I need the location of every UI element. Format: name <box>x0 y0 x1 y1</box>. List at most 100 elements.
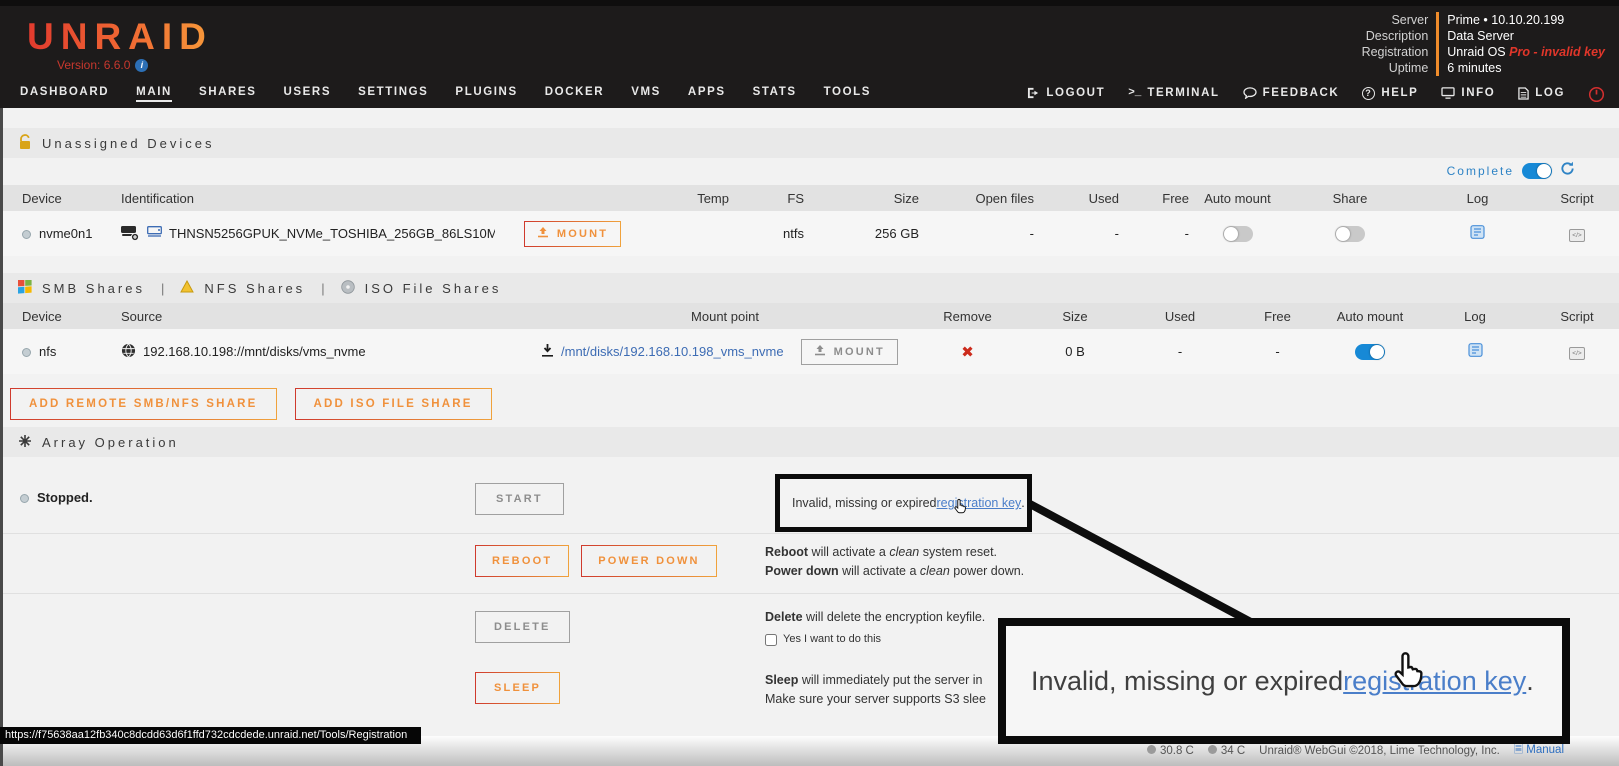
add-iso-file-share-button[interactable]: ADD ISO FILE SHARE <box>295 388 492 420</box>
registration-key-link-magnified[interactable]: registration key <box>1343 666 1526 697</box>
col-script: Script <box>1535 185 1619 211</box>
array-status-dot <box>20 494 29 503</box>
logout-button[interactable]: LOGOUT <box>1027 87 1105 101</box>
table-row-nfs: nfs 192.168.10.198://mnt/disks/vms_nvme … <box>0 329 1619 374</box>
col-script: Script <box>1535 303 1619 329</box>
temp-cell <box>650 211 735 256</box>
log-cell <box>1415 329 1535 374</box>
col-mount-point: Mount point <box>535 303 915 329</box>
complete-label[interactable]: Complete <box>1447 164 1514 178</box>
col-remove: Remove <box>915 303 1020 329</box>
device-identification-link[interactable]: THNSN5256GPUK_NVMe_TOSHIBA_256GB_86LS10M… <box>169 226 495 241</box>
nav-shares[interactable]: SHARES <box>199 86 257 102</box>
size-cell: 0 B <box>1020 329 1130 374</box>
device-cell: nvme0n1 <box>0 211 115 256</box>
auto-mount-toggle[interactable] <box>1355 344 1385 360</box>
download-icon[interactable] <box>541 344 554 360</box>
auto-mount-cell <box>1325 329 1415 374</box>
device-status-dot <box>22 230 31 239</box>
nav-tools[interactable]: TOOLS <box>824 86 871 102</box>
smb-windows-icon <box>18 280 32 297</box>
nav-dashboard[interactable]: DASHBOARD <box>20 86 109 102</box>
sleep-button[interactable]: SLEEP <box>475 672 560 704</box>
log-view-icon[interactable] <box>1468 345 1483 360</box>
case-power-icon[interactable] <box>1588 86 1605 103</box>
log-button[interactable]: LOG <box>1518 87 1565 102</box>
open-files-cell: - <box>925 211 1040 256</box>
nav-docker[interactable]: DOCKER <box>545 86 604 102</box>
col-used: Used <box>1130 303 1230 329</box>
feedback-button[interactable]: FEEDBACK <box>1243 87 1340 101</box>
device-cell: nfs <box>0 329 115 374</box>
delete-confirm-checkbox[interactable] <box>765 634 777 646</box>
registration-label: Registration <box>1362 44 1437 60</box>
table-row-nvme0n1: nvme0n1 THNSN5256GPUK_NVMe_TOSHIBA_256GB… <box>0 211 1619 256</box>
version-info-icon[interactable]: i <box>135 59 148 72</box>
tab-iso-file-shares[interactable]: ISO File Shares <box>365 281 502 296</box>
start-button[interactable]: START <box>475 483 564 515</box>
col-source: Source <box>115 303 535 329</box>
nav-vms[interactable]: VMS <box>631 86 661 102</box>
device-status-dot <box>22 348 31 357</box>
nav-stats[interactable]: STATS <box>753 86 797 102</box>
nfs-icon <box>180 280 194 296</box>
mount-icon <box>537 227 549 241</box>
mount-button-nfs[interactable]: MOUNT <box>801 339 898 365</box>
info-button[interactable]: INFO <box>1441 87 1495 101</box>
log-view-icon[interactable] <box>1470 227 1485 242</box>
help-button[interactable]: ? HELP <box>1362 87 1418 102</box>
fs-cell: ntfs <box>735 211 810 256</box>
unassigned-devices-bar: Unassigned Devices <box>0 128 1619 158</box>
browser-link-preview: https://f75638aa12fb340c8dcdd63d6f1ffd73… <box>0 727 421 744</box>
mouse-cursor-magnified <box>1386 650 1430 699</box>
col-auto-mount: Auto mount <box>1195 185 1280 211</box>
mount-button-nvme[interactable]: MOUNT <box>524 221 621 247</box>
tab-separator-2: | <box>321 281 324 296</box>
tab-smb-shares[interactable]: SMB Shares <box>42 281 145 296</box>
footer-copyright: Unraid® WebGui ©2018, Lime Technology, I… <box>1259 745 1500 757</box>
log-cell <box>1420 211 1535 256</box>
nav-main[interactable]: MAIN <box>136 86 172 102</box>
manual-link[interactable]: 🗏 Manual <box>1514 742 1564 761</box>
nav-plugins[interactable]: PLUGINS <box>455 86 517 102</box>
free-cell: - <box>1125 211 1195 256</box>
share-toggle[interactable] <box>1335 226 1365 242</box>
hdd-add-icon[interactable] <box>121 224 140 244</box>
server-label: Server <box>1362 12 1437 28</box>
registration-value: Unraid OS Pro - invalid key <box>1436 44 1605 60</box>
script-cell: </> <box>1535 329 1619 374</box>
col-device: Device <box>0 303 115 329</box>
script-icon[interactable]: </> <box>1569 347 1584 360</box>
unassigned-devices-table: Device Identification Temp FS Size Open … <box>0 185 1619 256</box>
script-icon[interactable]: </> <box>1569 229 1584 242</box>
col-size: Size <box>810 185 925 211</box>
delete-button[interactable]: DELETE <box>475 611 570 643</box>
shares-header-row: Device Source Mount point Remove Size Us… <box>0 303 1619 329</box>
tab-nfs-shares[interactable]: NFS Shares <box>204 281 305 296</box>
complete-toggle[interactable] <box>1522 163 1552 179</box>
share-cell <box>1280 211 1420 256</box>
nav-apps[interactable]: APPS <box>688 86 726 102</box>
terminal-button[interactable]: >_ TERMINAL <box>1128 87 1219 101</box>
col-free: Free <box>1230 303 1325 329</box>
registration-key-link[interactable]: registration key <box>937 496 1022 510</box>
auto-mount-toggle[interactable] <box>1223 226 1253 242</box>
mount-point-cell: /mnt/disks/192.168.10.198_vms_nvme MOUNT <box>535 329 915 374</box>
mount-point-link[interactable]: /mnt/disks/192.168.10.198_vms_nvme <box>561 344 784 359</box>
power-down-button[interactable]: POWER DOWN <box>581 545 716 577</box>
array-status: Stopped. <box>20 490 455 505</box>
terminal-icon: >_ <box>1128 87 1141 99</box>
nav-settings[interactable]: SETTINGS <box>358 86 428 102</box>
unassigned-devices-title: Unassigned Devices <box>42 136 215 151</box>
remove-x-icon[interactable]: ✖ <box>961 344 974 361</box>
mount-cell: MOUNT <box>495 211 650 256</box>
nav-users[interactable]: USERS <box>283 86 331 102</box>
size-cell: 256 GB <box>810 211 925 256</box>
add-remote-smb-nfs-share-button[interactable]: ADD REMOTE SMB/NFS SHARE <box>10 388 277 420</box>
script-cell: </> <box>1535 211 1619 256</box>
main-navbar: DASHBOARD MAIN SHARES USERS SETTINGS PLU… <box>0 80 1619 108</box>
shares-table: Device Source Mount point Remove Size Us… <box>0 303 1619 374</box>
refresh-icon[interactable] <box>1560 161 1575 181</box>
uptime-label: Uptime <box>1362 60 1437 76</box>
reboot-button[interactable]: REBOOT <box>475 545 569 577</box>
